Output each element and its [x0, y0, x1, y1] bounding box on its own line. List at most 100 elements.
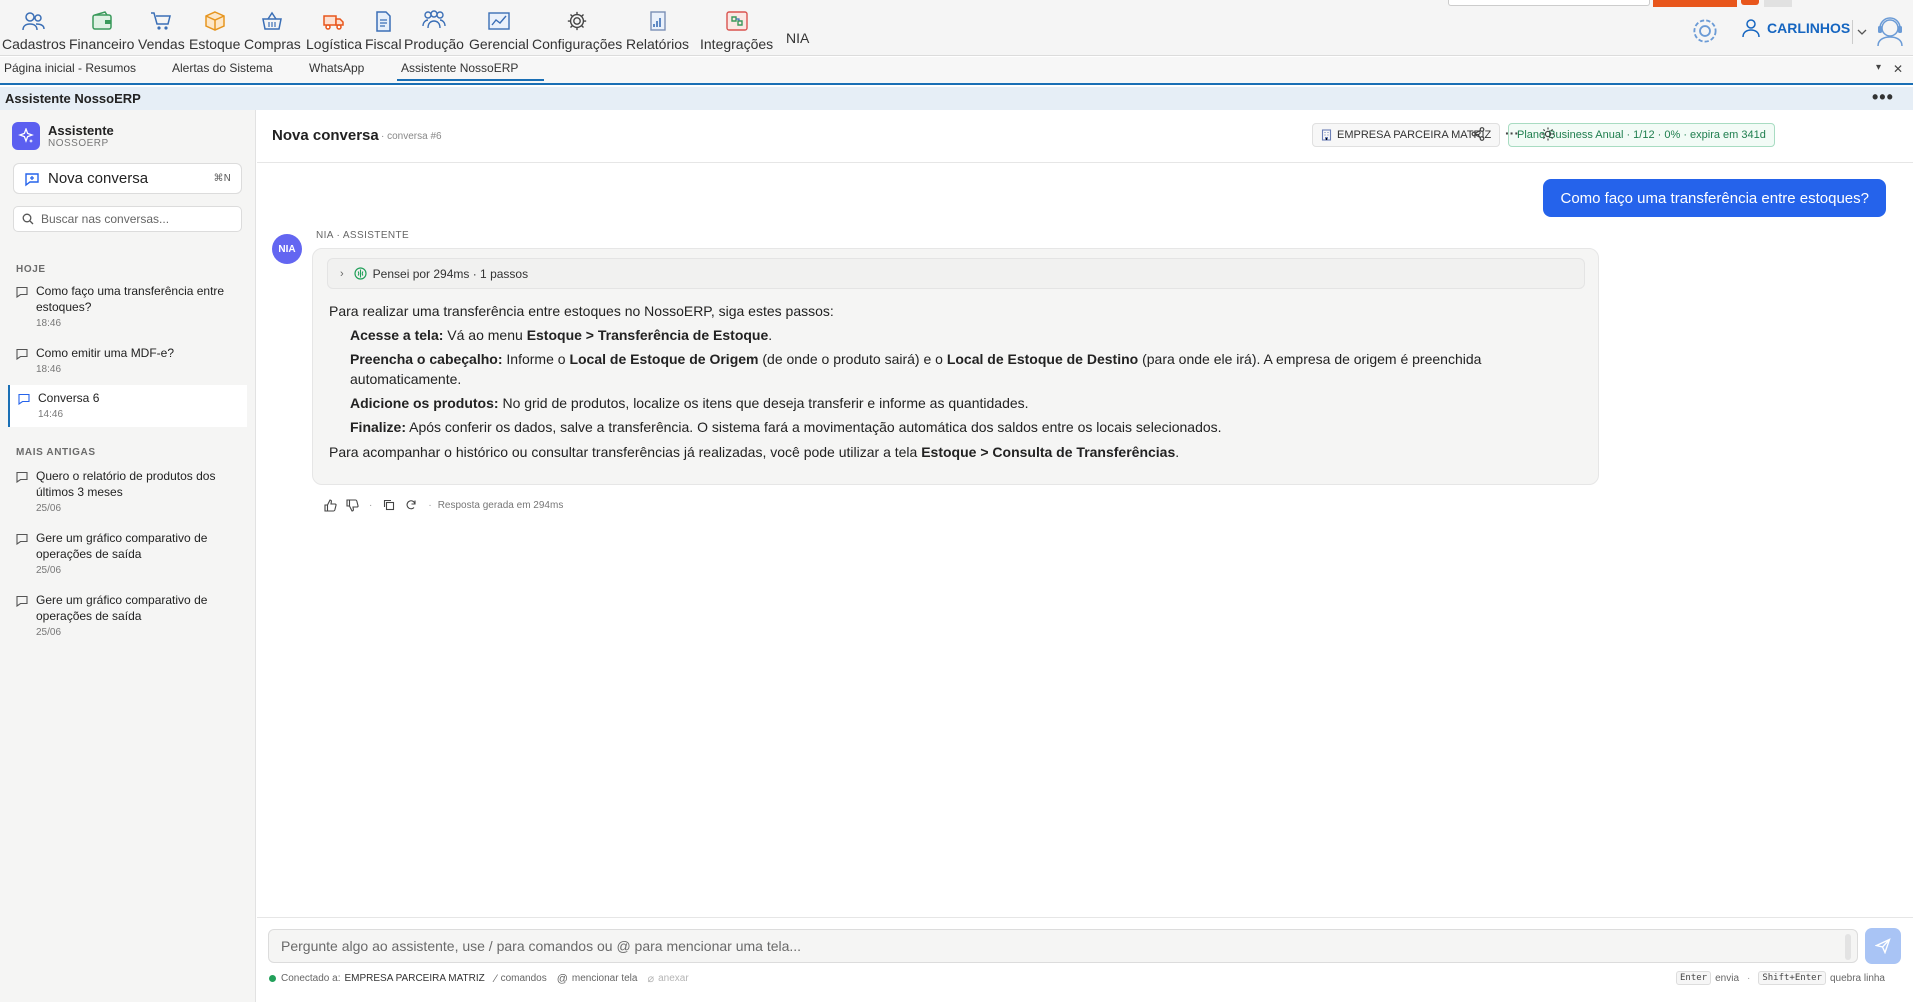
connected-label: Conectado a:: [281, 973, 341, 984]
conversation-title: Quero o relatório de produtos dos último…: [36, 469, 216, 499]
chat-bubble-icon: [16, 471, 28, 483]
message-composer[interactable]: [268, 929, 1858, 963]
truck-icon: [320, 8, 348, 34]
menu-vendas[interactable]: Vendas: [138, 8, 185, 52]
send-button[interactable]: [1865, 928, 1901, 964]
conversation-item[interactable]: Quero o relatório de produtos dos último…: [8, 463, 247, 519]
company-name: EMPRESA PARCEIRA MATRIZ: [1337, 129, 1492, 141]
conversation-title: Conversa 6: [38, 391, 100, 405]
menu-estoque[interactable]: Estoque: [189, 8, 240, 52]
user-name: CARLINHOS: [1767, 20, 1851, 36]
conversation-item[interactable]: Como emitir uma MDF-e? 18:46: [8, 340, 247, 380]
menu-cadastros[interactable]: Cadastros: [2, 8, 66, 52]
integration-icon: [723, 8, 751, 34]
chevron-right-icon: ›: [340, 267, 344, 280]
answer-intro: Para realizar uma transferência entre es…: [329, 303, 834, 319]
chevron-down-icon[interactable]: [1852, 20, 1870, 44]
cart-icon: [147, 8, 175, 34]
tab-assistente[interactable]: Assistente NossoERP: [397, 61, 545, 81]
menu-integracoes[interactable]: Integrações: [700, 8, 773, 52]
at-icon: @: [556, 972, 568, 985]
settings-icon[interactable]: [1688, 14, 1722, 48]
document-icon: [369, 8, 397, 34]
top-extra-button[interactable]: [1764, 0, 1792, 7]
conversation-item[interactable]: Como faço uma transferência entre estoqu…: [8, 278, 247, 334]
tab-pagina-inicial[interactable]: Página inicial - Resumos: [4, 61, 136, 75]
separator: ·: [428, 499, 432, 511]
conversation-time: 18:46: [36, 318, 62, 329]
top-search-field[interactable]: [1448, 0, 1650, 6]
building-icon: [1321, 129, 1332, 141]
new-conversation-button[interactable]: Nova conversa ⌘N: [13, 163, 242, 194]
menu-compras[interactable]: Compras: [244, 8, 301, 52]
conversation-header: Nova conversa · conversa #6 EMPRESA PARC…: [257, 110, 1913, 163]
thumbs-up-icon[interactable]: [319, 497, 341, 513]
generation-time: Resposta gerada em 294ms: [437, 499, 564, 511]
conversation-time: 18:46: [36, 364, 62, 375]
conversation-search-input[interactable]: [41, 212, 231, 226]
answer-step-1: Acesse a tela: Vá ao menu Estoque > Tran…: [350, 327, 773, 343]
top-menu-bar: Cadastros Financeiro Vendas Estoque Comp…: [0, 0, 1913, 56]
conversation-time: 25/06: [36, 503, 62, 514]
conversation-item-active[interactable]: Conversa 6 14:46: [8, 385, 247, 427]
brand-title: Assistente: [48, 123, 114, 138]
more-options-icon[interactable]: •••: [1872, 87, 1894, 108]
enter-key: Enter: [1676, 971, 1712, 985]
menu-nia[interactable]: NIA: [786, 30, 809, 46]
thumbs-down-icon[interactable]: [341, 497, 363, 513]
basket-icon: [258, 8, 286, 34]
conversation-time: 25/06: [36, 627, 62, 638]
conversation-item[interactable]: Gere um gráfico comparativo de operações…: [8, 587, 247, 643]
menu-configuracoes[interactable]: Configurações: [532, 8, 622, 52]
chat-bubble-icon: [16, 595, 28, 607]
composer-scrollbar[interactable]: [1845, 934, 1851, 960]
mention-screen-hint[interactable]: @ mencionar tela: [557, 973, 638, 985]
window-title: Assistente NossoERP: [5, 91, 141, 106]
top-action-button[interactable]: [1653, 0, 1737, 7]
answer-step-3: Adicione os produtos: No grid de produto…: [350, 395, 1029, 411]
conversation-item[interactable]: Gere um gráfico comparativo de operações…: [8, 525, 247, 581]
menu-logistica[interactable]: Logística: [306, 8, 362, 52]
section-older: MAIS ANTIGAS: [16, 447, 96, 458]
connection-status-dot: [269, 975, 276, 982]
chat-bubble-icon: [16, 348, 28, 360]
assistant-label: NIA · ASSISTENTE: [316, 230, 410, 241]
brand-subtitle: NOSSOERP: [48, 138, 109, 149]
message-input[interactable]: [281, 938, 1821, 954]
assistant-answer: Para realizar uma transferência entre es…: [329, 301, 1579, 462]
menu-fiscal[interactable]: Fiscal: [365, 8, 402, 52]
team-icon: [420, 8, 448, 34]
share-icon[interactable]: [1471, 127, 1485, 141]
user-message-bubble: Como faço uma transferência entre estoqu…: [1543, 179, 1886, 217]
tab-strip: Página inicial - Resumos Alertas do Sist…: [0, 57, 1913, 85]
menu-financeiro[interactable]: Financeiro: [69, 8, 134, 52]
menu-gerencial[interactable]: Gerencial: [469, 8, 529, 52]
sparkle-icon: [12, 122, 40, 150]
conversation-number: · conversa #6: [381, 131, 442, 142]
answer-step-4: Finalize: Após conferir os dados, salve …: [350, 419, 1222, 435]
section-today: HOJE: [16, 264, 46, 275]
separator: ·: [1747, 972, 1751, 984]
user-icon: [1741, 18, 1761, 38]
chat-bubble-icon: [16, 533, 28, 545]
copy-icon[interactable]: [378, 497, 400, 513]
support-agent-icon[interactable]: [1872, 12, 1908, 48]
answer-outro: Para acompanhar o histórico ou consultar…: [329, 444, 1180, 460]
thinking-summary-toggle[interactable]: › Pensei por 294ms · 1 passos: [327, 258, 1585, 289]
more-horizontal-icon[interactable]: ···: [1505, 125, 1519, 141]
attach-hint[interactable]: ⌀ anexar: [647, 972, 688, 985]
regenerate-icon[interactable]: [400, 497, 422, 513]
close-icon[interactable]: ✕: [1893, 62, 1903, 76]
conversation-search[interactable]: [13, 206, 242, 232]
commands-hint[interactable]: ⁄ comandos: [495, 973, 547, 985]
menu-relatorios[interactable]: Relatórios: [626, 8, 689, 52]
user-menu[interactable]: CARLINHOS: [1741, 18, 1850, 38]
answer-step-2: Preencha o cabeçalho: Informe o Local de…: [350, 351, 1482, 387]
tab-alertas[interactable]: Alertas do Sistema: [172, 61, 273, 75]
tab-list-chevron-icon[interactable]: ▾: [1876, 62, 1881, 73]
gear-icon: [563, 8, 591, 34]
tab-whatsapp[interactable]: WhatsApp: [309, 61, 364, 75]
theme-sun-icon[interactable]: [1541, 127, 1555, 141]
conversation-title: Como faço uma transferência entre estoqu…: [36, 284, 225, 314]
menu-producao[interactable]: Produção: [404, 8, 464, 52]
